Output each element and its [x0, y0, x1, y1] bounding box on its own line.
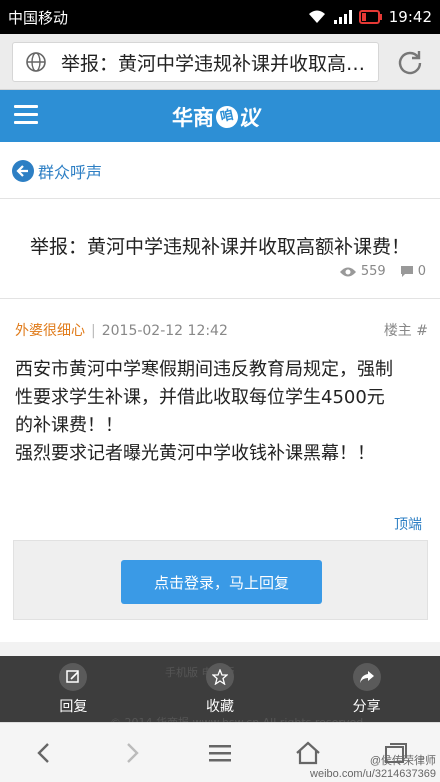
- divider: [0, 198, 440, 199]
- site-header: 华商 咱 议: [0, 90, 440, 142]
- post-meta: 外婆很细心 | 2015-02-12 12:42 楼主 #: [15, 320, 428, 340]
- reload-icon[interactable]: [396, 48, 424, 76]
- favorite-action[interactable]: 收藏: [147, 656, 294, 722]
- back-arrow-icon: [12, 160, 34, 182]
- post-stats: 559 0: [339, 264, 426, 279]
- author-name[interactable]: 外婆很细心: [15, 323, 85, 339]
- battery-icon: [358, 10, 382, 24]
- reply-box: 点击登录，马上回复: [13, 540, 428, 620]
- site-logo[interactable]: 华商 咱 议: [172, 102, 259, 132]
- login-reply-button[interactable]: 点击登录，马上回复: [121, 560, 322, 604]
- post-date: 2015-02-12 12:42: [101, 323, 228, 339]
- chevron-left-icon: [37, 742, 49, 763]
- menu-button[interactable]: [200, 733, 240, 773]
- body-line: 强烈要求记者曝光黄河中学收钱补课黑幕！！: [15, 443, 375, 464]
- favorite-action-label: 收藏: [206, 698, 234, 715]
- action-bar: 手机版 电脑版 © 2014 华商报 www.hsw.cn All rights…: [0, 656, 440, 722]
- comment-count: 0: [417, 264, 426, 279]
- breadcrumb-label: 群众呼声: [38, 163, 103, 182]
- forward-button[interactable]: [112, 733, 152, 773]
- reply-action[interactable]: 回复: [0, 656, 147, 722]
- body-line: 的补课费！！: [15, 415, 123, 436]
- comment-icon: [400, 266, 413, 277]
- clock: 19:42: [388, 8, 432, 26]
- back-to-top-link[interactable]: 顶端: [394, 514, 422, 534]
- eye-icon: [339, 267, 356, 276]
- share-icon: [352, 662, 381, 691]
- chevron-right-icon: [127, 742, 139, 763]
- post-body: 西安市黄河中学寒假期间违反教育局规定，强制 性要求学生补课，并借此收取每位学生4…: [15, 356, 425, 468]
- carrier-label: 中国移动: [8, 8, 69, 27]
- wifi-icon: [308, 10, 325, 23]
- watermark: @侯传荣律师 weibo.com/u/3214637369: [310, 755, 436, 780]
- edit-icon: [59, 662, 88, 691]
- star-icon: [206, 662, 234, 691]
- post-container: 群众呼声 举报：黄河中学违规补课并收取高额补课费！ 559 0 外婆很细心 | 20…: [0, 142, 440, 642]
- status-bar: 中国移动 19:42: [0, 0, 440, 34]
- post-title: 举报：黄河中学违规补课并收取高额补课费！: [29, 236, 410, 258]
- hamburger-icon: [209, 744, 231, 761]
- body-line: 性要求学生补课，并借此收取每位学生4500元: [15, 387, 385, 408]
- body-line: 西安市黄河中学寒假期间违反教育局规定，强制: [15, 359, 393, 380]
- menu-icon[interactable]: [14, 105, 38, 125]
- reply-action-label: 回复: [59, 698, 88, 715]
- url-text: 举报：黄河中学违规补课并收取高…: [61, 52, 366, 75]
- divider: [0, 298, 440, 299]
- floor-label: 楼主 #: [383, 323, 428, 339]
- signal-icon: [333, 10, 352, 24]
- url-field[interactable]: 举报：黄河中学违规补课并收取高…: [12, 42, 379, 82]
- back-breadcrumb[interactable]: 群众呼声: [12, 159, 102, 183]
- globe-icon: [26, 52, 46, 72]
- share-action[interactable]: 分享: [293, 656, 440, 722]
- view-count: 559: [360, 264, 386, 279]
- share-action-label: 分享: [352, 698, 381, 715]
- back-button[interactable]: [24, 733, 64, 773]
- browser-address-bar: 举报：黄河中学违规补课并收取高…: [0, 34, 440, 90]
